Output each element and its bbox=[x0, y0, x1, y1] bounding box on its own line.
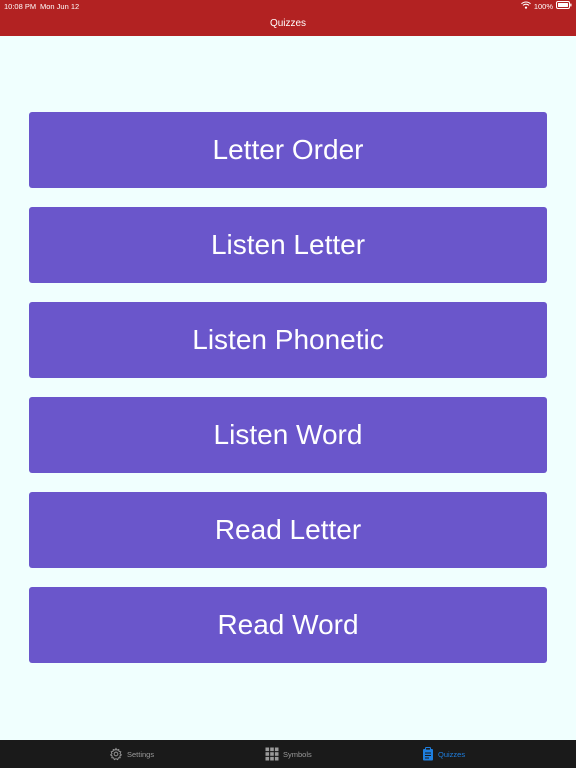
tab-quizzes-label: Quizzes bbox=[438, 749, 466, 759]
battery-icon bbox=[556, 1, 572, 11]
read-letter-label: Read Letter bbox=[214, 514, 362, 545]
quiz-list: Letter Order Listen Letter Listen Phonet… bbox=[29, 112, 547, 682]
listen-phonetic-button[interactable]: Listen Phonetic bbox=[29, 302, 547, 378]
gear-icon bbox=[109, 747, 123, 761]
letter-order-button[interactable]: Letter Order bbox=[29, 112, 547, 188]
listen-word-label: Listen Word bbox=[213, 419, 363, 450]
tab-settings-label: Settings bbox=[127, 749, 155, 759]
tab-symbols[interactable]: Symbols bbox=[265, 740, 312, 768]
status-indicators: 100% bbox=[520, 1, 572, 11]
page-title: Quizzes bbox=[269, 18, 307, 29]
tab-symbols-label: Symbols bbox=[283, 749, 312, 759]
tab-quizzes[interactable]: Quizzes bbox=[422, 740, 465, 768]
status-date: Mon Jun 12 bbox=[40, 2, 80, 11]
tab-bar: Settings Symbols Quizzes bbox=[0, 740, 576, 768]
listen-letter-button[interactable]: Listen Letter bbox=[29, 207, 547, 283]
read-word-label: Read Word bbox=[217, 609, 359, 640]
app-header: 10:08 PM Mon Jun 12 100% Quizzes bbox=[0, 0, 576, 36]
wifi-icon bbox=[520, 1, 531, 11]
listen-word-button[interactable]: Listen Word bbox=[29, 397, 547, 473]
battery-percent: 100% bbox=[533, 1, 553, 11]
listen-phonetic-label: Listen Phonetic bbox=[192, 324, 384, 355]
status-time: 10:08 PM bbox=[4, 2, 37, 11]
listen-letter-label: Listen Letter bbox=[210, 229, 366, 260]
grid-icon bbox=[265, 747, 279, 761]
tab-settings[interactable]: Settings bbox=[109, 740, 154, 768]
clipboard-icon bbox=[422, 747, 434, 761]
letter-order-label: Letter Order bbox=[212, 134, 364, 165]
read-word-button[interactable]: Read Word bbox=[29, 587, 547, 663]
read-letter-button[interactable]: Read Letter bbox=[29, 492, 547, 568]
